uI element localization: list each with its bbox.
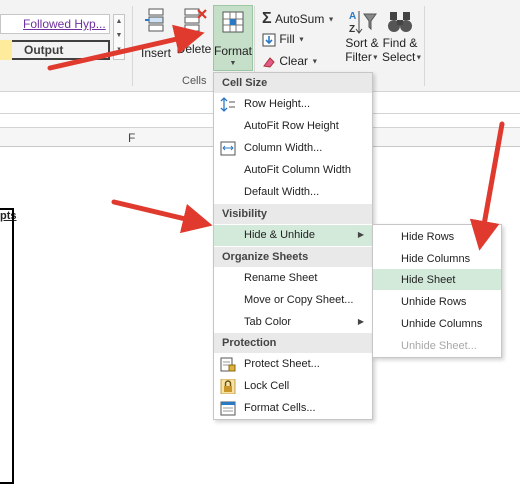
gallery-more-icon[interactable]: ▾: [114, 43, 124, 57]
format-cells-label: Format Cells...: [244, 402, 316, 414]
menu-item-format-cells[interactable]: Format Cells...: [214, 398, 372, 419]
lock-cell-label: Lock Cell: [244, 380, 290, 392]
menu-item-hide-unhide[interactable]: Hide & Unhide ▶: [214, 225, 372, 246]
menu-item-lock-cell[interactable]: Lock Cell: [214, 376, 372, 397]
delete-cells-icon: [184, 8, 207, 32]
default-width-label: Default Width...: [244, 186, 320, 198]
tab-color-label: Tab Color: [244, 316, 292, 328]
visibility-heading: Visibility: [214, 204, 372, 224]
organize-sheets-heading: Organize Sheets: [214, 247, 372, 267]
row-height-icon: [220, 97, 235, 112]
unhide-columns-label: Unhide Columns: [401, 318, 483, 330]
menu-item-move-copy-sheet[interactable]: Move or Copy Sheet...: [214, 290, 372, 311]
column-width-label: Column Width...: [244, 142, 323, 154]
cell-size-heading: Cell Size: [214, 73, 372, 93]
protection-heading: Protection: [214, 333, 372, 353]
menu-item-tab-color[interactable]: Tab Color ▶: [214, 312, 372, 333]
sort-filter-button[interactable]: A Z Sort & Filter▼: [344, 8, 380, 64]
insert-button[interactable]: Insert: [138, 6, 174, 60]
menu-item-rename-sheet[interactable]: Rename Sheet: [214, 268, 372, 289]
row-height-label: Row Height...: [244, 98, 311, 110]
delete-label: Delete: [176, 42, 212, 56]
clear-button[interactable]: Clear ▼: [262, 54, 318, 69]
sort-filter-label-2: Filter▼: [345, 50, 379, 64]
autosum-icon: Σ: [262, 10, 272, 27]
scroll-down-icon[interactable]: ▼: [114, 29, 124, 43]
clear-icon: [263, 57, 275, 68]
format-dropdown-menu: Cell Size Row Height... AutoFit Row Heig…: [213, 72, 373, 420]
format-label: Format: [214, 44, 253, 58]
ribbon-separator: [132, 6, 133, 86]
ribbon-separator: [424, 6, 425, 86]
menu-item-row-height[interactable]: Row Height...: [214, 94, 372, 115]
format-caret-icon: ▼: [229, 60, 237, 67]
fill-button[interactable]: Fill ▼: [262, 32, 305, 47]
find-select-label-2: Select▼: [382, 50, 423, 64]
lock-icon: [220, 379, 236, 394]
move-copy-sheet-label: Move or Copy Sheet...: [244, 294, 354, 306]
scroll-up-icon[interactable]: ▲: [114, 15, 124, 29]
fill-icon: [262, 33, 276, 47]
hide-unhide-submenu: Hide Rows Hide Columns Hide Sheet Unhide…: [372, 224, 502, 358]
unhide-rows-label: Unhide Rows: [401, 296, 467, 308]
format-cells-icon: [220, 401, 236, 416]
autosum-caret-icon: ▼: [327, 16, 335, 24]
menu-item-column-width[interactable]: Column Width...: [214, 138, 372, 159]
insert-cells-icon: [145, 8, 164, 32]
autofit-row-height-label: AutoFit Row Height: [244, 120, 339, 132]
protect-sheet-icon: [220, 357, 236, 372]
delete-button[interactable]: Delete: [176, 6, 212, 56]
sort-filter-label-1: Sort &: [345, 36, 379, 50]
svg-text:A: A: [349, 11, 356, 22]
autosum-button[interactable]: Σ AutoSum ▼: [262, 10, 335, 28]
menu-item-default-width[interactable]: Default Width...: [214, 182, 372, 203]
autosum-label: AutoSum: [274, 12, 325, 26]
followed-hyperlink-style[interactable]: Followed Hyp...: [0, 14, 110, 34]
autofit-column-width-label: AutoFit Column Width: [244, 164, 351, 176]
format-icon: [222, 11, 244, 33]
sort-filter-icon: A Z: [349, 11, 377, 35]
neutral-style-swatch[interactable]: [0, 40, 12, 60]
submenu-item-unhide-rows[interactable]: Unhide Rows: [373, 291, 501, 312]
menu-item-protect-sheet[interactable]: Protect Sheet...: [214, 354, 372, 375]
cell-border: [0, 208, 14, 484]
submenu-arrow-icon: ▶: [357, 317, 364, 326]
submenu-item-unhide-columns[interactable]: Unhide Columns: [373, 313, 501, 334]
fill-caret-icon: ▼: [298, 36, 305, 44]
output-style[interactable]: Output: [0, 40, 110, 60]
hide-sheet-label: Hide Sheet: [401, 274, 456, 286]
submenu-item-hide-sheet[interactable]: Hide Sheet: [373, 269, 501, 290]
column-header-f[interactable]: F: [128, 131, 135, 145]
protect-sheet-label: Protect Sheet...: [244, 358, 320, 370]
svg-text:Z: Z: [349, 24, 355, 35]
hide-rows-label: Hide Rows: [401, 231, 455, 243]
find-select-label-1: Find &: [382, 36, 418, 50]
submenu-arrow-icon: ▶: [357, 230, 364, 239]
menu-item-autofit-column-width[interactable]: AutoFit Column Width: [214, 160, 372, 181]
submenu-item-hide-rows[interactable]: Hide Rows: [373, 226, 501, 247]
format-button[interactable]: Format ▼: [213, 5, 253, 71]
column-width-icon: [220, 141, 236, 156]
submenu-item-hide-columns[interactable]: Hide Columns: [373, 248, 501, 269]
cells-group-label: Cells: [182, 75, 207, 87]
find-select-button[interactable]: Find & Select▼: [382, 8, 423, 64]
binoculars-icon: [388, 12, 412, 32]
hide-columns-label: Hide Columns: [401, 253, 471, 265]
insert-label: Insert: [140, 46, 171, 60]
clear-caret-icon: ▼: [311, 58, 319, 66]
submenu-item-unhide-sheet: Unhide Sheet...: [373, 335, 501, 356]
rename-sheet-label: Rename Sheet: [244, 272, 318, 284]
unhide-sheet-label: Unhide Sheet...: [401, 340, 477, 352]
fill-label: Fill: [279, 32, 295, 46]
styles-gallery-scroll[interactable]: ▲ ▼ ▾: [113, 14, 125, 60]
menu-item-autofit-row-height[interactable]: AutoFit Row Height: [214, 116, 372, 137]
hide-unhide-label: Hide & Unhide: [244, 229, 315, 241]
clear-label: Clear: [279, 54, 309, 68]
